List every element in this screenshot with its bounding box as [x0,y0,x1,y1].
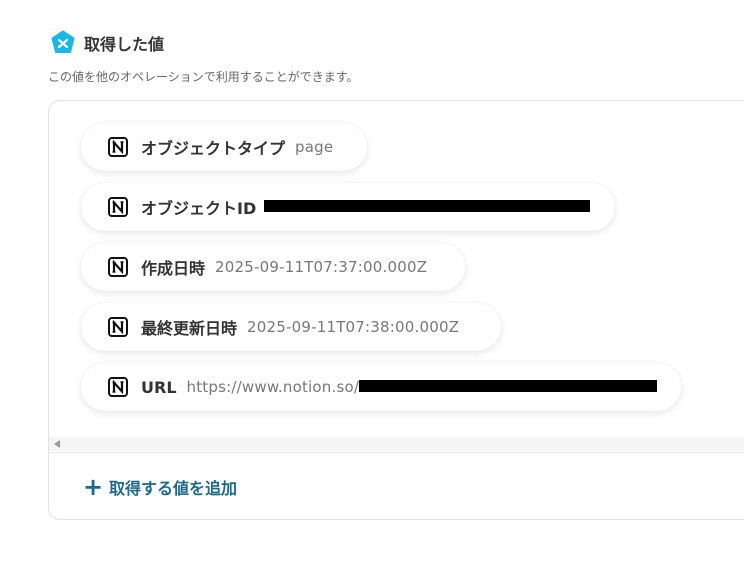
horizontal-scrollbar[interactable] [49,437,744,451]
add-value-label: 取得する値を追加 [109,479,238,498]
section-description: この値を他のオペレーションで利用することができます。 [48,70,359,84]
add-value-button[interactable]: + 取得する値を追加 [83,475,237,499]
divider [49,452,744,453]
chip-label: URL [141,377,177,397]
notion-icon [107,136,129,158]
section-title: 取得した値 [84,35,165,54]
chip-label: 作成日時 [141,259,206,278]
redacted-value [264,200,591,212]
value-chip-url[interactable]: URL https://www.notion.so/ [81,363,681,411]
section-header: 取得した値 [50,30,164,56]
chip-value: https://www.notion.so/ [187,378,658,396]
value-chip-last-edited-time[interactable]: 最終更新日時 2025-09-11T07:38:00.000Z [81,303,501,351]
chip-label: オブジェクトタイプ [141,139,286,158]
yoom-hexagon-icon [50,30,76,56]
scroll-left-arrow-icon[interactable] [54,440,60,448]
notion-icon [107,256,129,278]
notion-icon [107,376,129,398]
value-chip-created-time[interactable]: 作成日時 2025-09-11T07:37:00.000Z [81,243,465,291]
notion-icon [107,316,129,338]
plus-icon: + [83,473,104,501]
redacted-value [359,380,658,392]
notion-icon [107,196,129,218]
chip-label: 最終更新日時 [141,319,238,338]
value-chip-object-type[interactable]: オブジェクトタイプ page [81,123,367,171]
value-chip-object-id[interactable]: オブジェクトID [81,183,615,231]
retrieved-values-panel: オブジェクトタイプ page オブジェクトID 作成日時 2025-09-11T… [48,100,744,520]
url-prefix: https://www.notion.so/ [186,378,360,396]
chip-value: page [295,138,334,156]
chip-value: 2025-09-11T07:37:00.000Z [215,258,428,276]
chip-label: オブジェクトID [141,199,257,218]
chip-value [264,198,591,216]
chip-value: 2025-09-11T07:38:00.000Z [247,318,460,336]
